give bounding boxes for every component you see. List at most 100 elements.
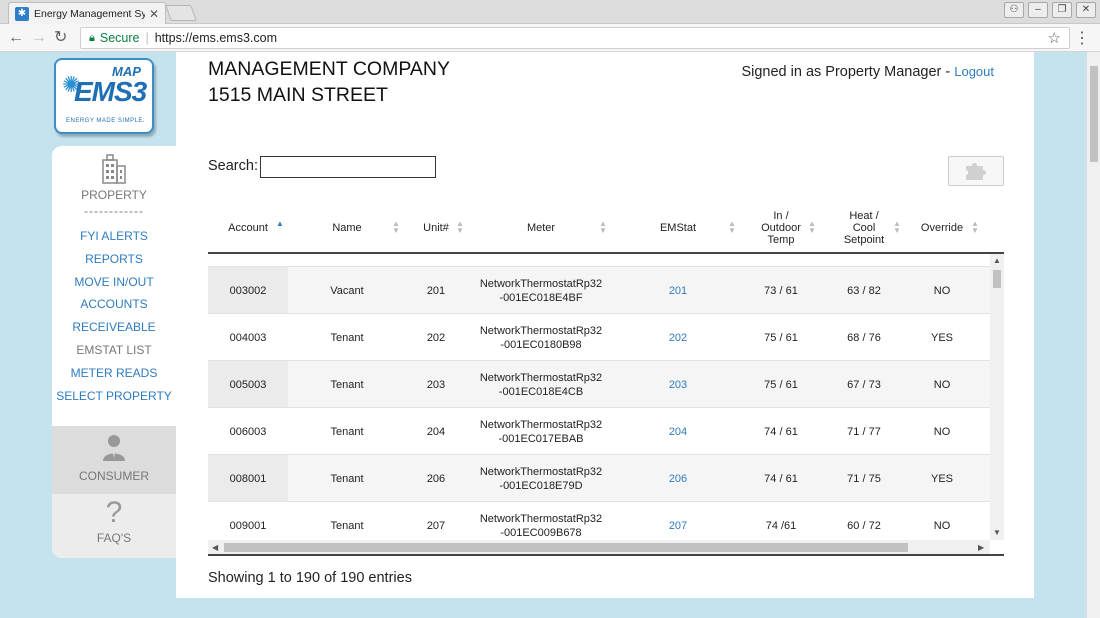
cell-unit: 207: [426, 519, 446, 532]
cell-name: Tenant: [330, 425, 364, 438]
cell-unit: 206: [426, 472, 446, 485]
address-bar[interactable]: 🔒︎ Secure | https://ems.ems3.com ☆: [80, 27, 1070, 49]
company-block: MANAGEMENT COMPANY 1515 MAIN STREET: [208, 56, 450, 108]
table-horizontal-scrollbar[interactable]: ◀ ▶: [208, 540, 990, 554]
restore-button[interactable]: ❐: [1052, 2, 1072, 18]
meter-line-2: -001EC017EBAB: [498, 432, 584, 445]
close-window-button[interactable]: ✕: [1076, 2, 1096, 18]
emstat-link[interactable]: 203: [669, 378, 687, 392]
company-name: MANAGEMENT COMPANY: [208, 58, 450, 80]
meter-line-2: -001EC018E79D: [499, 479, 583, 492]
cell-unit: 201: [426, 284, 446, 297]
table-vertical-scrollbar[interactable]: ▲ ▼: [990, 254, 1004, 540]
cell-setpoint: 60 / 72: [847, 519, 881, 532]
emstat-link[interactable]: 207: [669, 519, 687, 533]
browser-menu-icon[interactable]: ⋮: [1074, 28, 1090, 48]
nav-receiveable[interactable]: RECEIVEABLE: [52, 316, 176, 339]
cell-account: 005003: [208, 361, 288, 408]
consumer-section[interactable]: CONSUMER: [52, 426, 176, 494]
col-account-label: Account: [228, 222, 268, 234]
close-tab-icon[interactable]: ✕: [149, 7, 159, 21]
page-vscroll-thumb[interactable]: [1090, 66, 1098, 162]
cell-meter: NetworkThermostatRp32 -001EC018E4BF: [466, 267, 616, 314]
table-row[interactable]: 008001 Tenant 206 NetworkThermostatRp32-…: [208, 454, 990, 502]
cell-unit: 203: [426, 378, 446, 391]
col-meter-header[interactable]: Meter: [466, 204, 616, 252]
cell-emstat: 204: [616, 408, 740, 455]
profile-icon[interactable]: ⚇: [1004, 2, 1024, 18]
logout-link[interactable]: Logout: [954, 64, 994, 79]
search-input[interactable]: [260, 156, 436, 178]
table-row[interactable]: 004003 Tenant 202 NetworkThermostatRp32-…: [208, 313, 990, 360]
emstat-link[interactable]: 204: [669, 425, 687, 439]
sort-icon[interactable]: ▲ ▼: [893, 220, 901, 235]
sort-icon[interactable]: ▲ ▼: [392, 220, 400, 235]
faq-section[interactable]: ? FAQ'S: [52, 494, 176, 558]
col-override-header[interactable]: Override: [906, 204, 978, 252]
table-row[interactable]: 006003 Tenant 204 NetworkThermostatRp32-…: [208, 407, 990, 454]
window-controls: ⚇ – ❐ ✕: [1004, 0, 1096, 18]
table-row[interactable]: 003002 Vacant 201 NetworkThermostatRp32-…: [208, 266, 990, 314]
forward-arrow-icon[interactable]: →: [31, 28, 47, 48]
sort-icon[interactable]: ▲ ▼: [599, 220, 607, 235]
question-mark-icon: ?: [105, 496, 123, 529]
emstat-link[interactable]: 202: [669, 331, 687, 345]
table-row[interactable]: 009001 Tenant 207 NetworkThermostatRp32-…: [208, 501, 990, 540]
nav-move-in-out[interactable]: MOVE IN/OUT: [52, 271, 176, 294]
col-name-label: Name: [332, 222, 362, 234]
reload-icon[interactable]: ↻: [54, 28, 67, 48]
url-text: https://ems.ems3.com: [154, 31, 277, 45]
lock-icon: 🔒︎: [89, 31, 95, 44]
page-header: MANAGEMENT COMPANY 1515 MAIN STREET Sign…: [176, 52, 1034, 146]
cell-emstat: 201: [616, 267, 740, 314]
ems3-logo[interactable]: ✺ MAP EMS3 ENERGY MADE SIMPLE.: [54, 58, 154, 134]
sort-asc-icon[interactable]: ▲: [276, 220, 284, 228]
nav-accounts[interactable]: ACCOUNTS: [52, 293, 176, 316]
nav-meter-reads[interactable]: METER READS: [52, 362, 176, 385]
nav-select-property[interactable]: SELECT PROPERTY: [52, 385, 176, 408]
col-name-header[interactable]: Name: [288, 204, 406, 252]
sort-icon[interactable]: ▲ ▼: [971, 220, 979, 235]
main-content: Search: Account ▲ Name ▲ ▼ Unit# ▲ ▼ Meter…: [176, 146, 1034, 598]
minimize-button[interactable]: –: [1028, 2, 1048, 18]
browser-tab[interactable]: ✱ Energy Management Syste ✕: [8, 2, 166, 24]
col-meter-label: Meter: [526, 222, 556, 234]
meter-line-1: NetworkThermostatRp32: [479, 277, 603, 290]
scroll-left-arrow-icon[interactable]: ◀: [212, 543, 218, 552]
company-address: 1515 MAIN STREET: [208, 84, 388, 106]
sort-icon[interactable]: ▲ ▼: [728, 220, 736, 235]
property-label[interactable]: PROPERTY: [52, 188, 176, 202]
table-vscroll-thumb[interactable]: [993, 270, 1001, 288]
col-emstat-header[interactable]: EMStat: [616, 204, 740, 252]
cell-setpoint: 71 / 77: [847, 425, 881, 438]
consumer-label: CONSUMER: [78, 469, 149, 483]
sort-icon[interactable]: ▲ ▼: [808, 220, 816, 235]
new-tab-button[interactable]: [165, 5, 197, 21]
page-vertical-scrollbar[interactable]: [1086, 52, 1100, 618]
cell-override: YES: [930, 472, 953, 485]
table-header: Account ▲ Name ▲ ▼ Unit# ▲ ▼ Meter ▲ ▼ EMSt…: [208, 204, 1004, 254]
bookmark-star-icon[interactable]: ☆: [1048, 29, 1061, 47]
cell-name: Tenant: [330, 331, 364, 344]
col-emstat-label: EMStat: [659, 222, 697, 234]
cell-name: Tenant: [330, 378, 364, 391]
scroll-down-arrow-icon[interactable]: ▼: [993, 528, 1001, 537]
cell-meter: NetworkThermostatRp32 -001EC0180B98: [466, 314, 616, 361]
nav-emstat-list[interactable]: EMSTAT LIST: [52, 339, 176, 362]
back-arrow-icon[interactable]: ←: [8, 28, 24, 48]
emstat-link[interactable]: 201: [669, 284, 687, 298]
person-icon: [103, 435, 125, 461]
table-row[interactable]: 005003 Tenant 203 NetworkThermostatRp32-…: [208, 360, 990, 408]
col-temp-label: In / Outdoor Temp: [761, 210, 801, 246]
emstat-link[interactable]: 206: [669, 472, 687, 486]
table-hscroll-thumb[interactable]: [224, 543, 908, 552]
nav-reports[interactable]: REPORTS: [52, 248, 176, 271]
tab-title: Energy Management Syste: [34, 7, 145, 20]
scroll-right-arrow-icon[interactable]: ▶: [978, 543, 984, 552]
column-settings-button[interactable]: [948, 156, 1004, 186]
scroll-up-arrow-icon[interactable]: ▲: [993, 256, 1001, 265]
meter-line-2: -001EC018E4BF: [499, 291, 583, 304]
sort-icon[interactable]: ▲ ▼: [456, 220, 464, 235]
nav-fyi-alerts[interactable]: FYI ALERTS: [52, 225, 176, 248]
col-account-header[interactable]: Account: [208, 204, 288, 252]
